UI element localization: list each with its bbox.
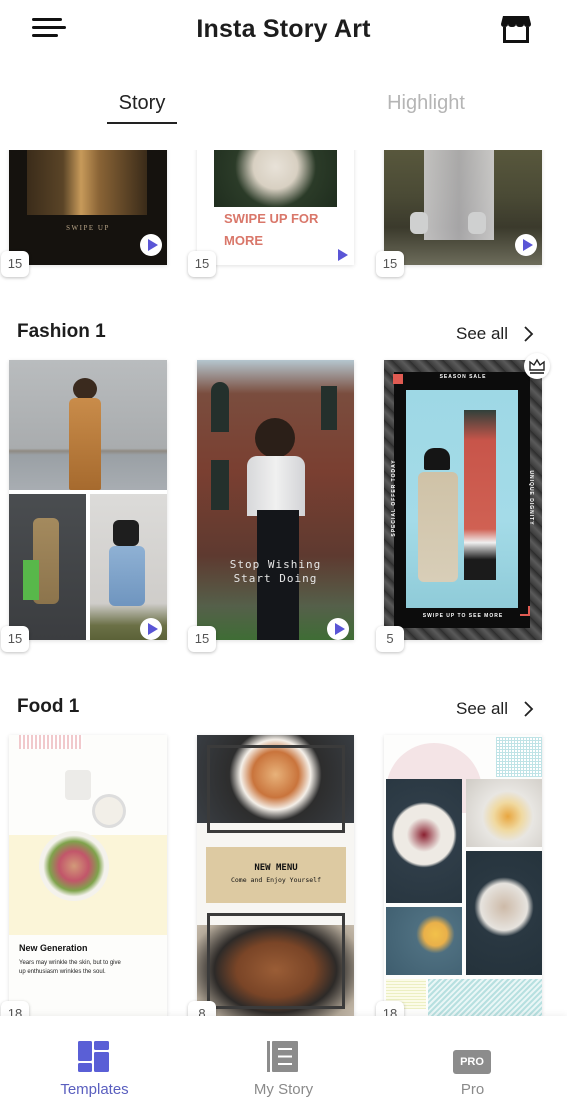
section-title: Fashion 1 <box>17 321 106 342</box>
page-count-badge: 15 <box>1 251 29 277</box>
card-body-text: Years may wrinkle the skin, but to give … <box>19 960 121 975</box>
page-count-badge: 15 <box>188 626 216 652</box>
tab-highlight[interactable]: Highlight <box>376 92 476 115</box>
nav-label: Templates <box>60 1081 129 1098</box>
card-bottom-text: SWIPE UP TO SEE MORE <box>422 613 504 619</box>
card-right-text: UNIQUE DIGNITY <box>528 470 534 526</box>
app-title: Insta Story Art <box>196 15 371 43</box>
story-highlight-tabs: Story Highlight <box>0 84 567 128</box>
template-card[interactable]: NEW MENU Come and Enjoy Yourself <box>197 735 354 1016</box>
see-all-link[interactable]: See all <box>456 324 508 344</box>
play-icon[interactable] <box>330 244 352 266</box>
page-count-badge: 18 <box>1 1001 29 1016</box>
page-count-badge: 15 <box>376 251 404 277</box>
nav-label: Pro <box>460 1081 485 1098</box>
card-overlay-text: Stop Wishing <box>229 558 322 571</box>
nav-templates[interactable]: Templates <box>0 1016 189 1120</box>
templates-icon <box>78 1041 109 1077</box>
page-count-badge: 15 <box>1 626 29 652</box>
app-header: Insta Story Art <box>0 0 567 62</box>
section-title: Food 1 <box>17 696 80 717</box>
card-body-text: Come and Enjoy Yourself <box>230 876 321 884</box>
card-left-text: SPECIAL OFFER TODAY <box>391 459 397 537</box>
play-icon[interactable] <box>515 234 537 256</box>
card-heading: NEW MENU <box>254 863 298 873</box>
page-count-badge: 8 <box>188 1001 216 1016</box>
chevron-right-icon[interactable] <box>521 700 535 718</box>
see-all-link[interactable]: See all <box>456 699 508 719</box>
play-icon[interactable] <box>140 618 162 640</box>
pro-crown-icon <box>524 353 550 379</box>
play-icon[interactable] <box>327 618 349 640</box>
active-tab-indicator <box>107 122 177 124</box>
template-card[interactable] <box>9 360 167 640</box>
card-overlay-text: SWIPE UP FOR MORE <box>224 211 319 248</box>
page-count-badge: 18 <box>376 1001 404 1016</box>
template-card[interactable] <box>384 150 542 265</box>
page-count-badge: 15 <box>188 251 216 277</box>
bottom-navigation: Templates My Story Pro PRO <box>0 1016 567 1120</box>
play-icon[interactable] <box>140 234 162 256</box>
my-story-icon <box>267 1041 298 1077</box>
nav-my-story[interactable]: My Story <box>189 1016 378 1120</box>
card-top-text: SEASON SALE <box>439 374 487 380</box>
chevron-right-icon[interactable] <box>521 325 535 343</box>
card-heading: New Generation <box>19 943 88 953</box>
nav-label: My Story <box>253 1081 314 1098</box>
template-card[interactable]: SEASON SALE SWIPE UP TO SEE MORE SPECIAL… <box>384 360 542 640</box>
page-count-badge: 5 <box>376 626 404 652</box>
tab-story[interactable]: Story <box>107 92 177 115</box>
card-overlay-text: SWIPE UP <box>66 224 110 232</box>
template-card[interactable]: SWIPE UP FOR MORE <box>197 150 354 265</box>
store-icon[interactable] <box>500 14 532 44</box>
template-card[interactable]: Stop Wishing Start Doing <box>197 360 354 640</box>
pro-icon[interactable]: PRO <box>453 1050 491 1074</box>
template-list[interactable]: SWIPE UP 15 SWIPE UP FOR MORE 15 15 Fash… <box>0 150 567 1016</box>
template-card[interactable] <box>384 735 542 1016</box>
template-card[interactable]: New Generation Years may wrinkle the ski… <box>9 735 167 1016</box>
card-overlay-text: Start Doing <box>233 572 318 585</box>
template-card[interactable]: SWIPE UP <box>9 150 167 265</box>
